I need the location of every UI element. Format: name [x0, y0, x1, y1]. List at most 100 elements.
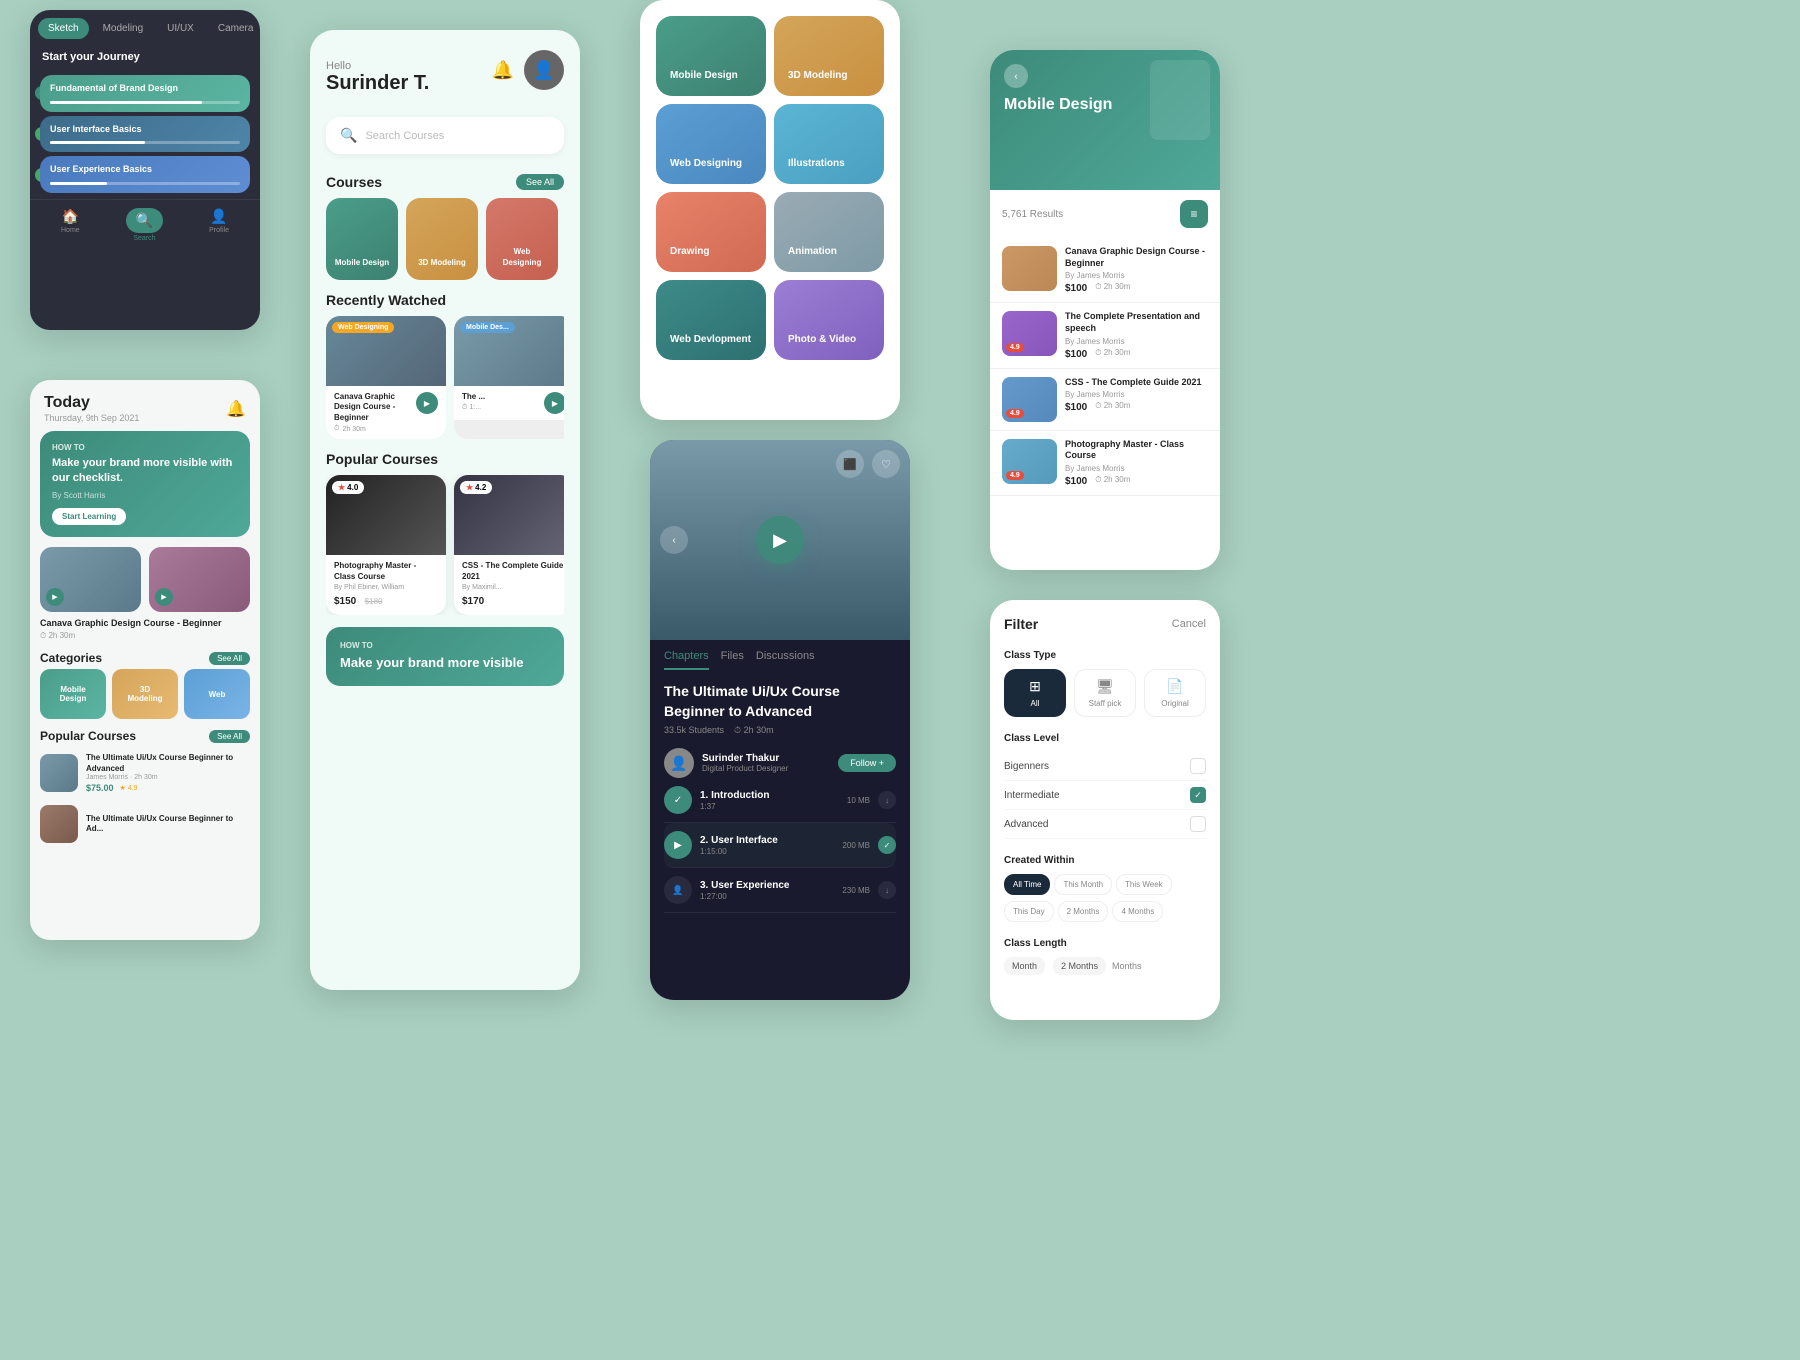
- result-title-2: The Complete Presentation and speech: [1065, 311, 1208, 334]
- cat-grid-photo-video[interactable]: Photo & Video: [774, 280, 884, 360]
- filter-button[interactable]: ≡: [1180, 200, 1208, 228]
- bell-icon[interactable]: 🔔: [226, 399, 246, 419]
- popular-price-row-2: $170: [462, 591, 564, 609]
- time-this-day[interactable]: This Day: [1004, 901, 1054, 922]
- play-btn-watched-2[interactable]: ▶: [544, 392, 564, 414]
- watched-card-1[interactable]: Web Designing Canava Graphic Design Cour…: [326, 316, 446, 439]
- level-intermediate-label: Intermediate: [1004, 790, 1060, 801]
- tab-camera[interactable]: Camera: [208, 18, 260, 39]
- cat-grid-web-dev[interactable]: Web Devlopment: [656, 280, 766, 360]
- level-intermediate-checkbox[interactable]: ✓: [1190, 787, 1206, 803]
- class-level-label: Class Level: [1004, 733, 1206, 744]
- course-card-title-3: User Experience Basics: [50, 164, 240, 176]
- cat-3d-modeling[interactable]: 3DModeling: [112, 669, 178, 719]
- course-card-ui-basics[interactable]: User Interface Basics: [40, 116, 250, 153]
- play-btn-recent-1[interactable]: ▶: [46, 588, 64, 606]
- chapter-2-check[interactable]: ✓: [878, 836, 896, 854]
- month-input[interactable]: Month: [1004, 957, 1045, 975]
- cat-label-web-dev: Web Devlopment: [670, 333, 752, 346]
- popular-price-1: $75.00: [86, 783, 114, 793]
- tab-modeling[interactable]: Modeling: [93, 18, 154, 39]
- course-card-web-designing[interactable]: Web Designing: [486, 198, 558, 280]
- cat-mobile-design[interactable]: MobileDesign: [40, 669, 106, 719]
- cat-grid-web-designing[interactable]: Web Designing: [656, 104, 766, 184]
- cat-web[interactable]: Web: [184, 669, 250, 719]
- back-button[interactable]: ‹: [1004, 64, 1028, 88]
- course-card-ux-basics[interactable]: User Experience Basics: [40, 156, 250, 193]
- result-item-4[interactable]: 4.9 Photography Master - Class Course By…: [990, 431, 1220, 496]
- video-play-button[interactable]: ▶: [756, 516, 804, 564]
- course-card-3d-modeling[interactable]: 3D Modeling: [406, 198, 478, 280]
- tab-chapters[interactable]: Chapters: [664, 650, 709, 670]
- time-this-month[interactable]: This Month: [1054, 874, 1112, 895]
- chapter-1-duration: 1:37: [700, 802, 839, 811]
- cat-grid-mobile-design[interactable]: Mobile Design: [656, 16, 766, 96]
- tab-sketch[interactable]: Sketch: [38, 18, 89, 39]
- watched-card-2[interactable]: Mobile Des... The ... ⏱ 1:... ▶: [454, 316, 564, 439]
- months-label: Months: [1112, 961, 1142, 971]
- chapter-1[interactable]: ✓ 1. Introduction 1:37 10 MB ↓: [664, 778, 896, 823]
- cast-button[interactable]: ⬛: [836, 450, 864, 478]
- chapter-1-download[interactable]: ↓: [878, 791, 896, 809]
- result-item-3[interactable]: 4.9 CSS - The Complete Guide 2021 By Jam…: [990, 369, 1220, 431]
- recent-card-1[interactable]: ▶: [40, 547, 141, 612]
- popular-by-1: By Phil Ebiner, William: [334, 584, 438, 591]
- nav-home[interactable]: 🏠 Home: [61, 208, 80, 242]
- chapter-3[interactable]: 👤 3. User Experience 1:27:00 230 MB ↓: [664, 868, 896, 913]
- popular-thumb-1: [40, 754, 78, 792]
- result-thumb-2: 4.9: [1002, 311, 1057, 356]
- result-item-1[interactable]: Canava Graphic Design Course - Beginner …: [990, 238, 1220, 303]
- result-meta-row-4: $100 ⏱ 2h 30m: [1065, 473, 1208, 487]
- video-back-button[interactable]: ‹: [660, 526, 688, 554]
- course-card-fundamental[interactable]: Fundamental of Brand Design: [40, 75, 250, 112]
- search-bar[interactable]: 🔍 Search Courses: [326, 117, 564, 154]
- heart-button[interactable]: ♡: [872, 450, 900, 478]
- popular-card-1[interactable]: ★ 4.0 Photography Master - Class Course …: [326, 475, 446, 615]
- chapter-3-download[interactable]: ↓: [878, 881, 896, 899]
- nav-search[interactable]: 🔍 Search: [126, 208, 163, 242]
- start-learning-button[interactable]: Start Learning: [52, 508, 126, 525]
- filter-cancel-button[interactable]: Cancel: [1172, 618, 1206, 630]
- type-staff-pick-button[interactable]: 🖥 Staff pick: [1074, 669, 1136, 717]
- nav-profile[interactable]: 👤 Profile: [209, 208, 229, 242]
- type-all-button[interactable]: ⊞ All: [1004, 669, 1066, 717]
- screen3-user-info: Hello Surinder T.: [326, 50, 429, 95]
- time-2-months[interactable]: 2 Months: [1058, 901, 1109, 922]
- watched-text-2: The ... ⏱ 1:...: [462, 392, 538, 412]
- level-advanced-checkbox[interactable]: [1190, 816, 1206, 832]
- tab-discussions[interactable]: Discussions: [756, 650, 815, 670]
- time-this-week[interactable]: This Week: [1116, 874, 1172, 895]
- result-item-2[interactable]: 4.9 The Complete Presentation and speech…: [990, 303, 1220, 368]
- cat-grid-drawing[interactable]: Drawing: [656, 192, 766, 272]
- time-all-time[interactable]: All Time: [1004, 874, 1050, 895]
- categories-see-all[interactable]: See All: [209, 652, 250, 665]
- popular-item-1[interactable]: The Ultimate Ui/Ux Course Beginner to Ad…: [30, 747, 260, 799]
- play-btn-recent-2[interactable]: ▶: [155, 588, 173, 606]
- cat-grid-illustrations[interactable]: Illustrations: [774, 104, 884, 184]
- popular-section: Popular Courses ★ 4.0 Photography Master…: [310, 443, 580, 619]
- level-beginners-checkbox[interactable]: [1190, 758, 1206, 774]
- courses-see-all[interactable]: See All: [516, 174, 564, 190]
- popular-thumb-2: ★ 4.2: [454, 475, 564, 555]
- recent-card-2[interactable]: ▶: [149, 547, 250, 612]
- cat-grid-3d-modeling[interactable]: 3D Modeling: [774, 16, 884, 96]
- cat-grid-animation[interactable]: Animation: [774, 192, 884, 272]
- tab-uiux[interactable]: UI/UX: [157, 18, 204, 39]
- home-icon: 🏠: [62, 208, 79, 225]
- popular-item-2[interactable]: The Ultimate Ui/Ux Course Beginner to Ad…: [30, 799, 260, 849]
- screen2-date: Thursday, 9th Sep 2021: [44, 413, 139, 423]
- popular-see-all[interactable]: See All: [209, 730, 250, 743]
- popular-card-2[interactable]: ★ 4.2 CSS - The Complete Guide 2021 By M…: [454, 475, 564, 615]
- course-card-mobile-design[interactable]: Mobile Design: [326, 198, 398, 280]
- tab-files[interactable]: Files: [721, 650, 744, 670]
- follow-button[interactable]: Follow +: [838, 754, 896, 772]
- type-original-button[interactable]: 📄 Original: [1144, 669, 1206, 717]
- play-btn-watched-1[interactable]: ▶: [416, 392, 438, 414]
- months-value[interactable]: 2 Months: [1053, 957, 1106, 975]
- time-4-months[interactable]: 4 Months: [1112, 901, 1163, 922]
- popular-thumb-1: ★ 4.0: [326, 475, 446, 555]
- howto-banner: HOW TO Make your brand more visible: [326, 627, 564, 686]
- notification-bell[interactable]: 🔔: [492, 60, 514, 81]
- level-beginners-label: Bigenners: [1004, 761, 1049, 772]
- chapter-2[interactable]: ▶ 2. User Interface 1:15:00 200 MB ✓: [664, 823, 896, 868]
